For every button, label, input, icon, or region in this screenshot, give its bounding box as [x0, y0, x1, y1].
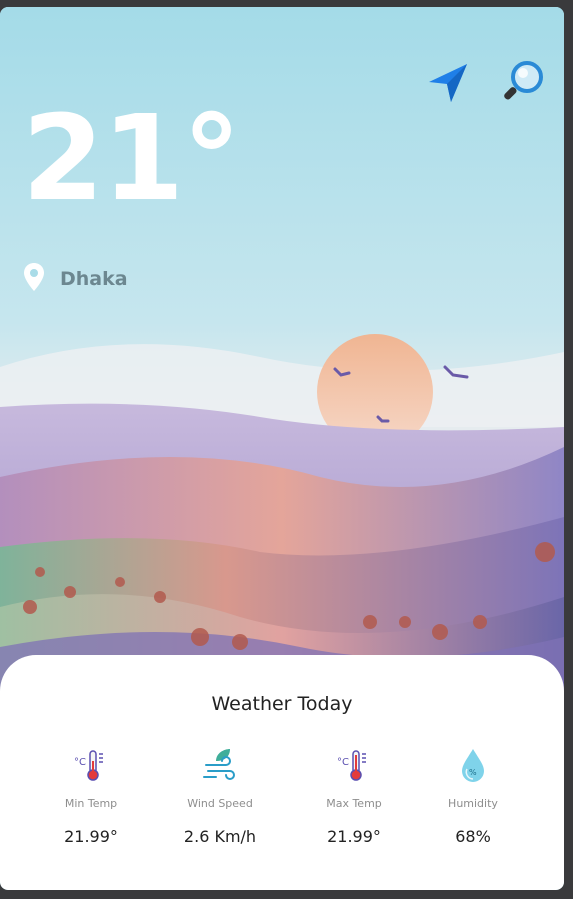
location-pin-icon [24, 263, 44, 295]
svg-text:°C: °C [74, 757, 86, 768]
stat-value: 2.6 Km/h [183, 827, 257, 846]
stat-wind-speed: Wind Speed 2.6 Km/h [160, 747, 280, 846]
stat-label: Min Temp [64, 797, 118, 810]
navigation-arrow-icon[interactable] [424, 59, 472, 107]
stat-min-temp: °C Min Temp 21.99° [31, 747, 151, 846]
stat-value: 21.99° [64, 827, 118, 846]
humidity-drop-icon: % [455, 747, 491, 783]
top-actions [424, 59, 546, 107]
stat-value: 68% [455, 827, 491, 846]
thermometer-hot-icon: °C [336, 747, 372, 783]
weather-app-window: 21° Dhaka Weather Today °C Min Temp 21.9… [0, 7, 564, 890]
stat-value: 21.99° [327, 827, 381, 846]
weather-today-card: Weather Today °C Min Temp 21.99° Wind Sp… [0, 655, 564, 890]
magnifier-icon[interactable] [498, 59, 546, 107]
stat-label: Wind Speed [187, 797, 253, 810]
current-temperature: 21° [22, 89, 241, 227]
thermometer-cold-icon: °C [73, 747, 109, 783]
card-title: Weather Today [211, 693, 353, 715]
stat-label: Max Temp [326, 797, 382, 810]
stat-label: Humidity [448, 797, 498, 810]
svg-text:°C: °C [337, 757, 349, 768]
stat-max-temp: °C Max Temp 21.99° [294, 747, 414, 846]
svg-text:%: % [469, 768, 477, 777]
window-edge [564, 0, 573, 899]
location-name: Dhaka [60, 268, 128, 290]
window-edge-bottom [0, 890, 573, 899]
stat-humidity: % Humidity 68% [413, 747, 533, 846]
wind-leaf-icon [202, 747, 238, 783]
location-row: Dhaka [24, 263, 128, 295]
